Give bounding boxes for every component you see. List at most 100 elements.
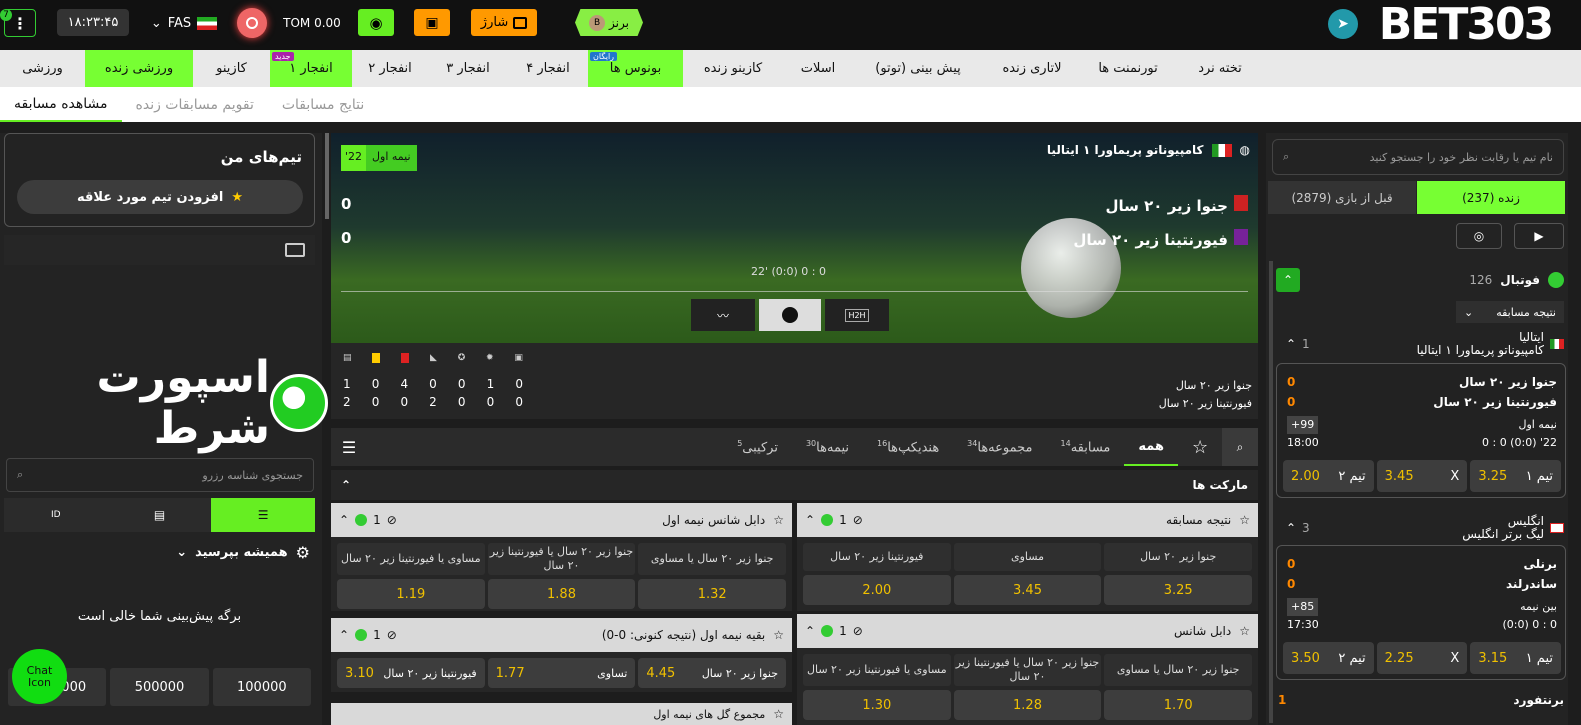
stake-500000[interactable]: 500000: [110, 668, 209, 706]
chevron-up-icon[interactable]: ⌃: [1276, 337, 1296, 351]
star-icon[interactable]: ☆: [1239, 513, 1250, 527]
chevron-up-icon[interactable]: ⌃: [339, 628, 349, 642]
language-selector[interactable]: ⌄ FAS: [145, 12, 223, 34]
favorites-button[interactable]: ☆: [1178, 437, 1222, 458]
search-markets-button[interactable]: ⌕: [1222, 428, 1258, 466]
odd-draw[interactable]: X 3.45: [1376, 460, 1468, 492]
tab-prematch[interactable]: قبل از بازی (2879): [1268, 181, 1416, 214]
chat-button[interactable]: Chat Icon: [12, 649, 67, 704]
nav-label: تورنمنت ها: [1098, 61, 1158, 76]
next-event[interactable]: برنتفورد 1: [1278, 693, 1564, 713]
id-card-button[interactable]: [4, 235, 315, 265]
chevron-up-icon[interactable]: ⌃: [805, 624, 815, 638]
nav-sports[interactable]: ورزشی: [0, 50, 85, 87]
nav-crash-3[interactable]: انفجار ۳: [428, 50, 508, 87]
odd-button[interactable]: 3.45: [953, 575, 1102, 605]
more-markets[interactable]: 99+: [1287, 416, 1319, 434]
nav-crash-2[interactable]: انفجار ۲: [352, 50, 428, 87]
card-icon: ▤: [343, 353, 352, 363]
nav-slots[interactable]: اسلات: [783, 50, 853, 87]
event-card[interactable]: جنوا زیر ۲۰ سال 0 فیورنتینا زیر ۲۰ سال 0 ن…: [1276, 363, 1566, 498]
list-view-button[interactable]: ☰: [331, 438, 367, 457]
star-icon[interactable]: ☆: [773, 513, 784, 527]
odd-draw[interactable]: X 2.25: [1376, 642, 1468, 674]
telegram-icon[interactable]: ➤: [1328, 9, 1358, 39]
nav-tournaments[interactable]: تورنمنت ها: [1081, 50, 1175, 87]
chevron-up-icon[interactable]: ⌃: [1276, 521, 1296, 535]
league-header[interactable]: ایتالیا کامپیوناتو پریماورا ۱ ایتالیا 1 ⌃: [1276, 329, 1564, 359]
odd-button[interactable]: 1.28: [953, 690, 1102, 720]
event-card[interactable]: برنلی 0 ساندرلند 0 بین نیمه 85+ 0 : 0 (0:0)…: [1276, 545, 1566, 680]
tab-live-calendar[interactable]: تقویم مسابقات زنده: [122, 87, 268, 122]
more-markets[interactable]: 85+: [1287, 598, 1319, 616]
tab-handicaps[interactable]: هندیکپ‌ها16: [863, 439, 953, 455]
tab-view-match[interactable]: مشاهده مسابقه: [0, 87, 122, 122]
league-header[interactable]: انگلیس لیگ برتر انگلیس 3 ⌃: [1276, 513, 1564, 543]
home-team-row: جنوا زیر ۲۰ سال 0: [341, 195, 1248, 215]
star-icon[interactable]: ☆: [1239, 624, 1250, 638]
odd-away[interactable]: تیم ۲ 2.00: [1282, 460, 1374, 492]
charge-button[interactable]: شارژ: [471, 9, 537, 36]
tab-booking[interactable]: ID: [3, 498, 108, 532]
tab-live[interactable]: زنده (237): [1417, 181, 1565, 214]
nav-live-lottery[interactable]: لاتاری زنده: [983, 50, 1081, 87]
stats-home: 0100401: [343, 377, 523, 391]
rank-badge[interactable]: برنز B: [575, 9, 643, 36]
nav-crash-1[interactable]: انفجار ۱ جدید: [270, 50, 352, 87]
nav-live-sports[interactable]: ورزشی زنده: [85, 50, 193, 87]
avatar[interactable]: [237, 8, 267, 38]
odd-button[interactable]: 1.30: [802, 690, 951, 720]
star-icon[interactable]: ☆: [773, 628, 784, 642]
tracker-view-button[interactable]: [759, 299, 821, 331]
gift-button[interactable]: ▣: [414, 9, 450, 36]
tab-totals[interactable]: مجموعه‌ها34: [953, 439, 1046, 455]
nav-backgammon[interactable]: تخته نرد: [1175, 50, 1265, 87]
outcome-label: مساوی یا فیورنتینا زیر ۲۰ سال: [336, 543, 485, 575]
chevron-up-icon[interactable]: ⌃: [339, 513, 349, 527]
logo-text: BET303: [1378, 0, 1554, 50]
logo[interactable]: BET303: [1368, 0, 1563, 50]
collapse-button[interactable]: ⌃: [1276, 268, 1300, 292]
star-icon[interactable]: ☆: [773, 707, 784, 721]
nav-live-casino[interactable]: کازینو زنده: [683, 50, 783, 87]
nav-casino[interactable]: کازینو: [193, 50, 270, 87]
support-button[interactable]: ◉: [358, 9, 394, 36]
tab-match[interactable]: مسابقه14: [1047, 439, 1125, 455]
tab-open-bets[interactable]: ▤: [107, 498, 212, 532]
globe-button[interactable]: ◎: [1456, 223, 1502, 249]
stats-view-button[interactable]: 〰: [691, 299, 755, 331]
odd-home[interactable]: تیم ۱ 3.15: [1470, 642, 1561, 674]
nav-crash-4[interactable]: انفجار ۴: [508, 50, 588, 87]
nav-bonus[interactable]: بونوس ها رایگان: [588, 50, 683, 87]
search-box[interactable]: نام تیم یا رقابت نظر خود را جستجو کنید ⌕: [1272, 139, 1564, 175]
tab-combo[interactable]: ترکیبی5: [723, 439, 792, 455]
sidebar-scroll[interactable]: [1269, 261, 1273, 723]
chevron-up-icon[interactable]: ⌃: [805, 513, 815, 527]
odd-button[interactable]: 2.00: [802, 575, 951, 605]
add-team-button[interactable]: ★ افزودن تیم مورد علاقه: [17, 180, 303, 214]
odd-button[interactable]: 1.32: [638, 579, 786, 609]
tab-all[interactable]: همه: [1124, 428, 1178, 466]
odd-button[interactable]: جنوا زیر ۲۰ سال 4.45: [638, 658, 786, 688]
odd-button[interactable]: 3.25: [1104, 575, 1252, 605]
markets-title-bar[interactable]: مارکت ها ⌃: [331, 470, 1258, 500]
faq-row[interactable]: ⚙ همیشه بپرسید ⌄: [10, 538, 310, 566]
h2h-button[interactable]: H2H: [825, 299, 889, 331]
nav-toto[interactable]: پیش بینی (توتو): [853, 50, 983, 87]
odd-button[interactable]: فیورنتینا زیر ۲۰ سال 3.10: [336, 658, 485, 688]
odd-button[interactable]: 1.70: [1104, 690, 1252, 720]
video-button[interactable]: ▶: [1514, 223, 1564, 249]
market-select[interactable]: نتیجه مسابقه ⌄: [1456, 301, 1564, 323]
odd-button[interactable]: تساوی 1.77: [487, 658, 636, 688]
tab-results[interactable]: نتایج مسابقات: [268, 87, 378, 122]
stake-100000[interactable]: 100000: [212, 668, 311, 706]
tab-betslip[interactable]: ☰: [211, 498, 315, 532]
booking-search[interactable]: جستجوی شناسه رزرو ⌕: [6, 458, 314, 492]
sport-header-football[interactable]: فوتبال 126 ⌃: [1276, 265, 1564, 295]
odd-home[interactable]: تیم ۱ 3.25: [1470, 460, 1561, 492]
odd-away[interactable]: تیم ۲ 3.50: [1282, 642, 1374, 674]
odd-button[interactable]: 1.88: [487, 579, 636, 609]
odd-button[interactable]: 1.19: [336, 579, 485, 609]
tab-halves[interactable]: نیمه‌ها30: [792, 439, 863, 455]
scroll-thumb[interactable]: [325, 133, 329, 219]
